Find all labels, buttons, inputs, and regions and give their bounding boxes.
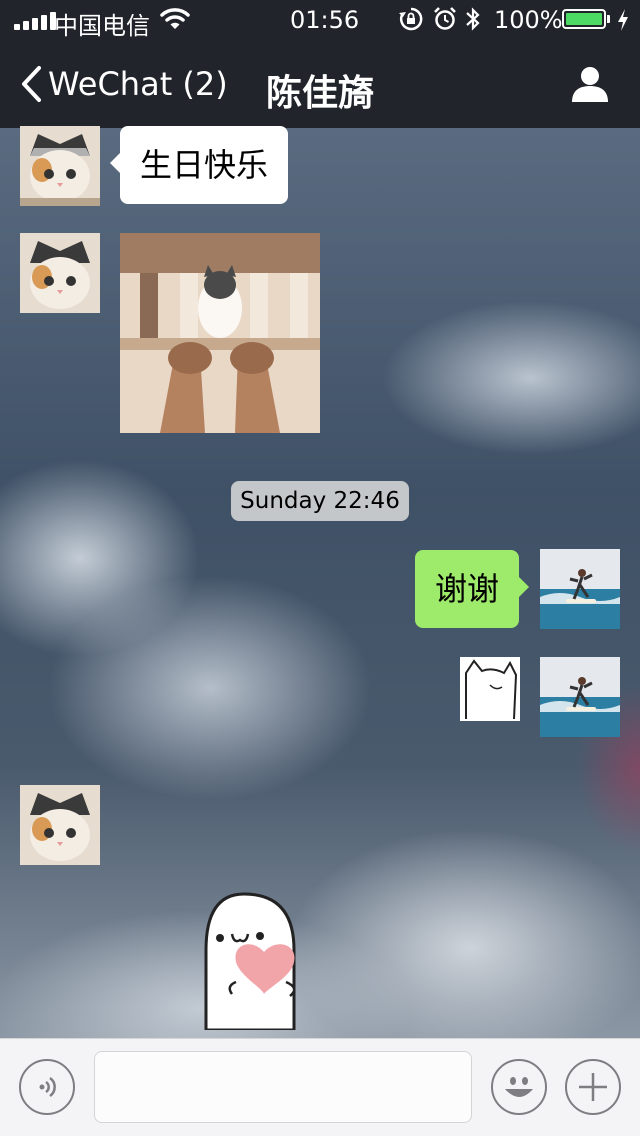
alarm-icon [434,7,456,30]
add-button[interactable] [565,1059,621,1115]
cat-face-icon [20,126,100,206]
message-bubble[interactable]: 生日快乐 [109,126,289,204]
cat-doodle-sticker[interactable] [460,657,520,721]
message-bubble-sent[interactable]: 谢谢 [415,550,530,628]
battery-percent: 100% [494,6,563,34]
carrier-label: 中国电信 [54,12,150,40]
message-input[interactable] [94,1051,472,1123]
signal-icon [14,12,56,30]
timestamp: Sunday 22:46 [231,481,409,521]
rotation-lock-icon [399,7,423,31]
navigation-bar: WeChat (2) 陈佳旖 [0,40,640,128]
voice-icon [39,1076,56,1098]
cat-avatar[interactable] [20,233,100,313]
emoji-icon [505,1077,533,1097]
back-button[interactable]: WeChat (2) [20,64,228,104]
battery-level [566,13,602,25]
voice-button[interactable] [19,1059,75,1115]
chevron-left-icon [22,66,41,102]
bluetooth-icon [466,7,480,31]
profile-button[interactable] [570,64,610,108]
charging-icon [618,9,628,31]
plus-icon [579,1073,607,1101]
emoji-button[interactable] [491,1059,547,1115]
cat-avatar[interactable] [20,785,100,865]
surfer-avatar[interactable] [540,549,620,629]
cat-avatar[interactable] [20,126,100,206]
wifi-icon [160,8,190,29]
person-icon [572,67,608,102]
input-bar [0,1038,640,1136]
status-bar: 中国电信 01:56 100% [0,0,640,40]
heart-sticker[interactable] [176,890,306,1032]
battery-icon [562,9,606,29]
back-label: WeChat (2) [48,65,228,103]
surfer-avatar[interactable] [540,657,620,737]
cat-photo[interactable] [120,233,320,433]
status-time: 01:56 [290,6,360,34]
